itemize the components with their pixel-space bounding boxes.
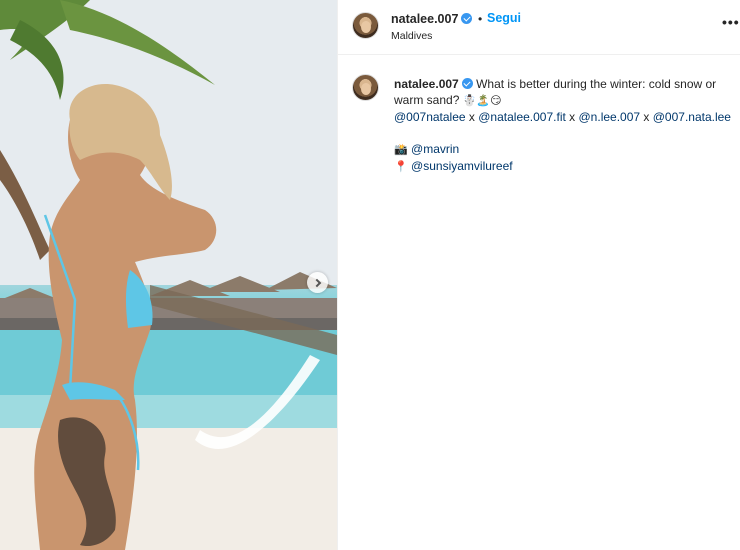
follow-button[interactable]: Segui [487, 11, 521, 25]
avatar[interactable] [352, 12, 379, 39]
photographer-mention[interactable]: @mavrin [411, 142, 459, 156]
chevron-right-icon [312, 278, 321, 287]
username-text[interactable]: natalee.007 [391, 12, 458, 26]
place-mention[interactable]: @sunsiyamvilureef [411, 159, 513, 173]
verified-badge-icon [461, 13, 473, 24]
verified-badge-icon [461, 78, 473, 89]
place-line: 📍 @sunsiyamvilureef [394, 158, 734, 175]
camera-icon: 📸 [394, 143, 408, 156]
post-viewer: natalee.007 • Segui Maldives ••• natalee… [0, 0, 740, 550]
mention-link[interactable]: @natalee.007.fit [478, 110, 566, 124]
post-username[interactable]: natalee.007 [391, 12, 473, 26]
beach-photo-illustration [0, 0, 337, 550]
pin-icon: 📍 [394, 160, 408, 173]
mentions-line: @007natalee x @natalee.007.fit x @n.lee.… [394, 109, 734, 125]
separator-dot: • [478, 12, 483, 26]
mention-link[interactable]: @007natalee [394, 110, 466, 124]
mention-link[interactable]: @n.lee.007 [579, 110, 641, 124]
post-photo[interactable] [0, 0, 337, 550]
caption-emojis: ☃️🏝️😏 [462, 94, 502, 107]
more-options-icon[interactable]: ••• [722, 14, 740, 30]
post-header: natalee.007 • Segui Maldives ••• [338, 0, 740, 55]
caption-body: natalee.007 What is better during the wi… [394, 76, 734, 175]
post-side-panel: natalee.007 • Segui Maldives ••• natalee… [337, 0, 740, 550]
post-location[interactable]: Maldives [391, 30, 432, 42]
caption-avatar[interactable] [352, 74, 379, 101]
next-photo-button[interactable] [307, 272, 328, 293]
mention-separator: x [565, 110, 579, 124]
photographer-line: 📸 @mavrin [394, 141, 734, 158]
mention-separator: x [640, 110, 653, 124]
mention-link[interactable]: @007.nata.lee [653, 110, 731, 124]
caption-username[interactable]: natalee.007 [394, 77, 459, 91]
mention-separator: x [465, 110, 479, 124]
